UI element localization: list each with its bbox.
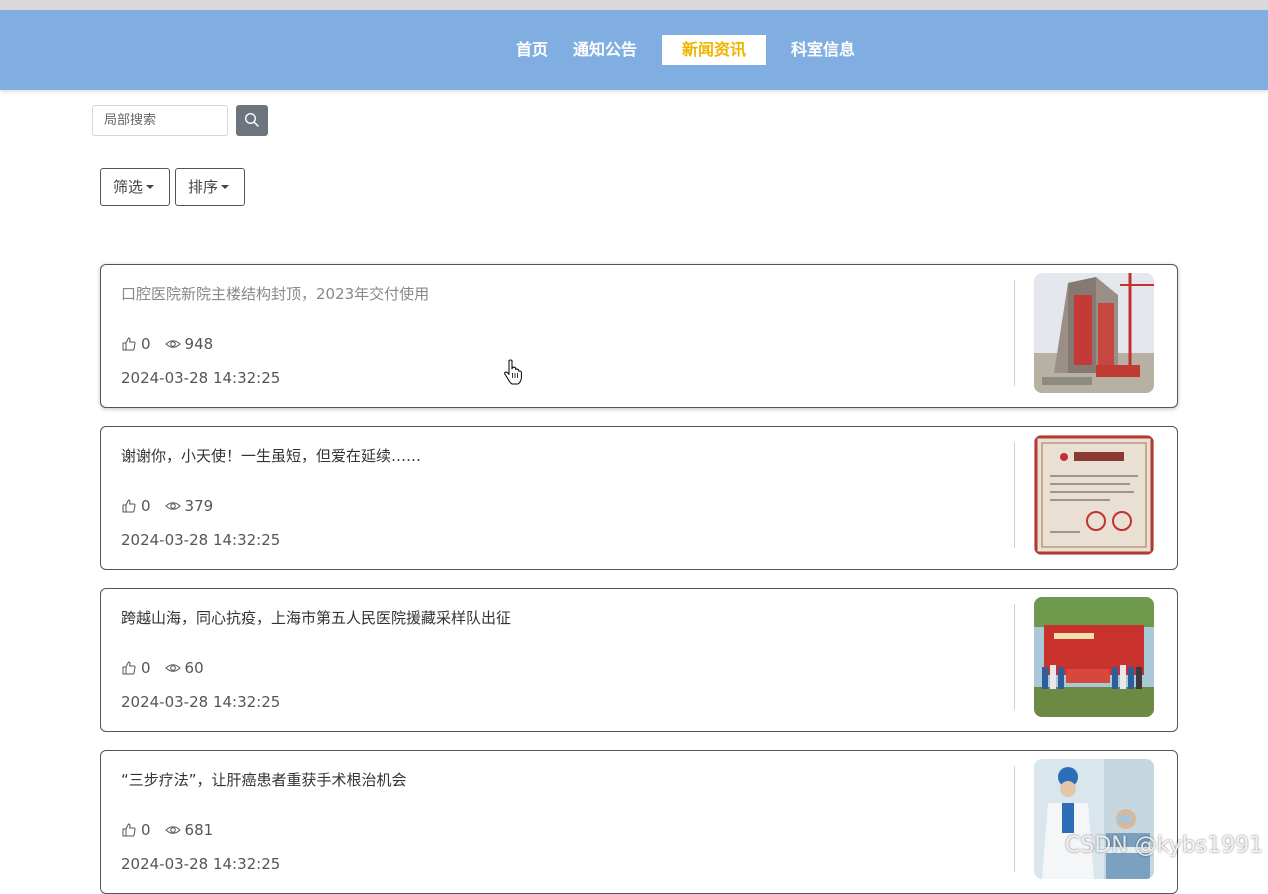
news-date: 2024-03-28 14:32:25 (121, 855, 281, 873)
top-navbar: 首页 通知公告 新闻资讯 科室信息 (0, 10, 1268, 90)
news-stats: 0 681 (121, 821, 213, 839)
news-stats: 0 60 (121, 659, 204, 677)
nav-departments[interactable]: 科室信息 (786, 35, 860, 65)
like-count: 0 (141, 335, 151, 353)
filter-label: 筛选 (113, 178, 144, 196)
sort-label: 排序 (188, 178, 219, 196)
search-input[interactable] (92, 105, 228, 136)
search-button[interactable] (236, 105, 268, 136)
card-divider (1014, 766, 1015, 872)
card-divider (1014, 604, 1015, 710)
news-stats: 0 379 (121, 497, 213, 515)
news-title[interactable]: 跨越山海，同心抗疫，上海市第五人民医院援藏采样队出征 (121, 607, 511, 628)
like-count: 0 (141, 821, 151, 839)
thumb-up-icon[interactable] (121, 336, 137, 352)
news-card[interactable]: 口腔医院新院主楼结构封顶，2023年交付使用 0 948 2024-03-28 … (100, 264, 1178, 408)
search-icon (244, 112, 259, 127)
thumb-up-icon[interactable] (121, 498, 137, 514)
hand-cursor-icon (504, 359, 522, 385)
news-card[interactable]: 谢谢你，小天使！一生虽短，但爱在延续…… 0 379 2024-03-28 14… (100, 426, 1178, 570)
news-thumbnail[interactable] (1034, 759, 1154, 879)
thumb-up-icon[interactable] (121, 660, 137, 676)
news-stats: 0 948 (121, 335, 213, 353)
news-date: 2024-03-28 14:32:25 (121, 369, 281, 387)
news-card[interactable]: “三步疗法”，让肝癌患者重获手术根治机会 0 681 2024-03-28 14… (100, 750, 1178, 894)
caret-down-icon (221, 184, 230, 189)
view-count: 60 (184, 659, 204, 677)
news-date: 2024-03-28 14:32:25 (121, 693, 281, 711)
news-title[interactable]: 口腔医院新院主楼结构封顶，2023年交付使用 (121, 283, 429, 304)
like-count: 0 (141, 497, 151, 515)
caret-down-icon (146, 184, 155, 189)
news-thumbnail[interactable] (1034, 273, 1154, 393)
view-count: 379 (184, 497, 214, 515)
eye-icon (164, 826, 181, 834)
card-divider (1014, 442, 1015, 548)
filter-dropdown-button[interactable]: 筛选 (100, 168, 170, 206)
nav-home[interactable]: 首页 (509, 35, 555, 65)
nav-notices[interactable]: 通知公告 (568, 35, 642, 65)
news-date: 2024-03-28 14:32:25 (121, 531, 281, 549)
news-title[interactable]: 谢谢你，小天使！一生虽短，但爱在延续…… (121, 445, 421, 466)
news-thumbnail[interactable] (1034, 597, 1154, 717)
eye-icon (164, 664, 181, 672)
eye-icon (164, 340, 181, 348)
nav-news[interactable]: 新闻资讯 (662, 35, 766, 65)
news-title[interactable]: “三步疗法”，让肝癌患者重获手术根治机会 (121, 769, 407, 790)
browser-top-strip (0, 0, 1268, 10)
view-count: 948 (184, 335, 214, 353)
thumb-up-icon[interactable] (121, 822, 137, 838)
like-count: 0 (141, 659, 151, 677)
csdn-watermark: CSDN @kybs1991 (1065, 833, 1264, 858)
card-divider (1014, 280, 1015, 386)
news-card[interactable]: 跨越山海，同心抗疫，上海市第五人民医院援藏采样队出征 0 60 2024-03-… (100, 588, 1178, 732)
view-count: 681 (184, 821, 214, 839)
sort-dropdown-button[interactable]: 排序 (175, 168, 245, 206)
eye-icon (164, 502, 181, 510)
news-thumbnail[interactable] (1034, 435, 1154, 555)
